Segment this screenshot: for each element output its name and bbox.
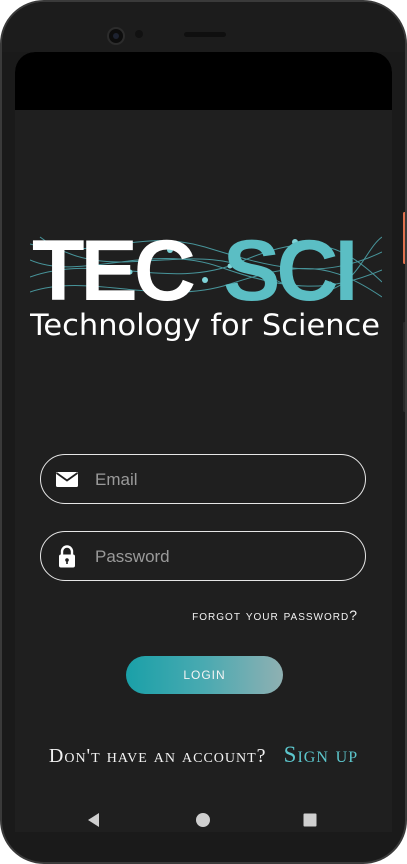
login-button[interactable]: LOGIN bbox=[126, 656, 283, 694]
top-bezel bbox=[2, 2, 405, 52]
front-camera bbox=[107, 27, 125, 45]
logo-brand-primary: TEC bbox=[32, 223, 194, 319]
tecsci-logo: TEC SCI Technology for Science bbox=[30, 223, 382, 342]
phone-frame: TEC SCI Technology for Science forgot yo… bbox=[0, 0, 407, 864]
home-circle-icon[interactable] bbox=[193, 810, 213, 830]
back-triangle-icon[interactable] bbox=[84, 810, 104, 830]
no-account-prompt: Don't have an account? bbox=[48, 745, 267, 767]
forgot-password-link[interactable]: forgot your password? bbox=[192, 607, 358, 623]
password-input[interactable] bbox=[93, 532, 357, 581]
recents-square-icon[interactable] bbox=[300, 810, 320, 830]
status-bar bbox=[15, 52, 392, 110]
earpiece-speaker bbox=[184, 32, 226, 37]
lock-icon bbox=[59, 545, 75, 568]
logo-brand-secondary: SCI bbox=[223, 223, 354, 319]
email-input[interactable] bbox=[93, 455, 357, 504]
app-screen: TEC SCI Technology for Science forgot yo… bbox=[15, 52, 392, 832]
email-field[interactable] bbox=[40, 454, 366, 504]
proximity-sensor bbox=[135, 30, 143, 38]
signup-link[interactable]: Sign up bbox=[284, 742, 358, 767]
signup-row: Don't have an account? Sign up bbox=[15, 742, 392, 768]
volume-button bbox=[403, 322, 405, 412]
system-navigation-bar bbox=[2, 792, 405, 848]
logo-tagline: Technology for Science bbox=[30, 308, 380, 342]
password-field[interactable] bbox=[40, 531, 366, 581]
envelope-icon bbox=[55, 472, 79, 487]
power-button bbox=[403, 212, 405, 264]
